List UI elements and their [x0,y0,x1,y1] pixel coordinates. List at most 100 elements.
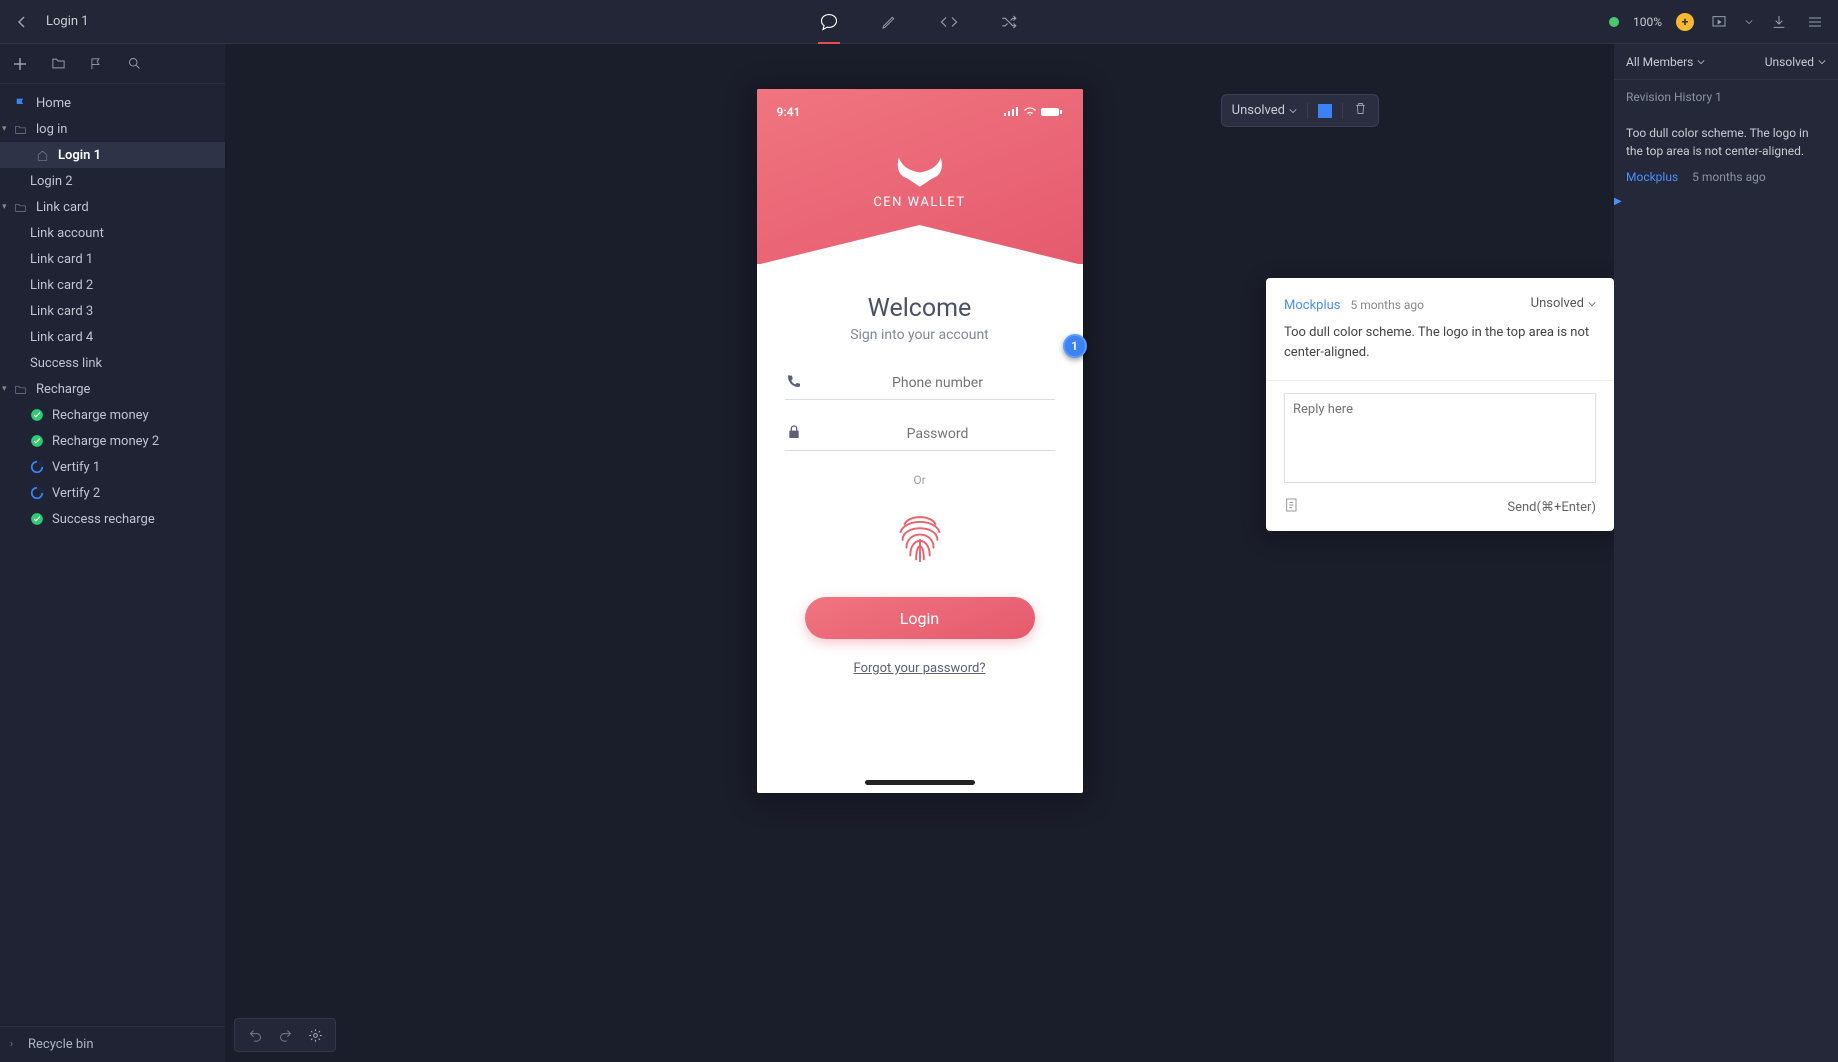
tree-label: Success recharge [52,512,155,527]
active-marker-icon: ▶ [1614,176,1618,226]
mockup-login-button: Login [805,597,1035,639]
tree-page[interactable]: Link card 4 [0,324,225,350]
tree-label: Link card [36,200,89,215]
progress-circle-icon [30,486,46,500]
divider [1307,103,1308,119]
tree-label: Link card 2 [30,278,93,293]
tree-page[interactable]: Recharge money 2 [0,428,225,454]
tree-label: Home [36,96,71,111]
tree-label: Recharge [36,382,90,397]
tab-shuffle[interactable] [998,2,1020,42]
history-controls [234,1018,336,1052]
tree-page-login1[interactable]: Login 1 [0,142,225,168]
tree-page[interactable]: Link card 3 [0,298,225,324]
tree-page[interactable]: Link account [0,220,225,246]
mockup-time: 9:41 [777,105,801,119]
divider [1342,103,1343,119]
home-indicator [865,780,975,785]
revision-heading: Revision History 1 [1614,80,1838,114]
caret-down-icon: ▾ [2,124,14,134]
search-icon[interactable] [124,54,144,74]
attach-icon[interactable] [1284,497,1300,517]
add-badge-icon[interactable]: + [1676,13,1694,31]
lock-icon [785,424,803,444]
zoom-level[interactable]: 100% [1633,15,1662,29]
check-circle-icon [30,512,46,526]
back-button[interactable] [12,12,32,32]
flag-icon[interactable] [86,54,106,74]
trash-icon[interactable] [1353,101,1368,120]
mockup-or: Or [785,473,1055,487]
mockup-logo: CEN WALLET [873,149,965,210]
progress-circle-icon [30,460,46,474]
chevron-down-icon[interactable] [1744,11,1754,33]
tree-page[interactable]: Success link [0,350,225,376]
tree-label: Vertify 2 [52,486,100,501]
mockup-subtitle: Sign into your account [785,327,1055,343]
tree-page[interactable]: Vertify 2 [0,480,225,506]
reply-input[interactable] [1284,393,1596,483]
menu-button[interactable] [1804,11,1826,33]
password-input [821,426,1055,442]
tree-page[interactable]: Vertify 1 [0,454,225,480]
color-swatch[interactable] [1318,104,1332,118]
top-bar: Login 1 100% + [0,0,1838,44]
recycle-label: Recycle bin [28,1037,94,1052]
status-filter[interactable]: Unsolved [1765,55,1826,69]
comment-author[interactable]: Mockplus [1284,298,1341,313]
caret-right-icon: › [10,1039,20,1050]
folder-icon[interactable] [48,54,68,74]
phone-input [821,375,1055,391]
tree-folder-linkcard[interactable]: ▾ Link card [0,194,225,220]
flag-icon [14,97,30,110]
comment-text: Too dull color scheme. The logo in the t… [1266,323,1614,380]
play-button[interactable] [1708,11,1730,33]
phone-mockup: 9:41 CEN WALLET Welcome Sign into your a… [757,89,1083,793]
tree-label: Recharge money 2 [52,434,159,449]
comment-popup: Mockplus 5 months ago Unsolved Too dull … [1266,278,1614,531]
canvas-area[interactable]: Unsolved 9:41 CEN WALLET [225,44,1614,1062]
members-filter[interactable]: All Members [1626,55,1705,69]
caret-down-icon: ▾ [2,202,14,212]
comment-time: 5 months ago [1350,298,1424,312]
mockup-password-input [785,424,1055,451]
tree-page[interactable]: Link card 1 [0,246,225,272]
fingerprint-icon [889,505,951,567]
comment-preview-author: Mockplus [1626,170,1678,184]
tree-page[interactable]: Link card 2 [0,272,225,298]
comment-preview-time: 5 months ago [1692,170,1766,184]
download-button[interactable] [1768,11,1790,33]
add-icon[interactable] [10,54,30,74]
comment-status-bar: Unsolved [1221,94,1379,127]
settings-icon[interactable] [303,1023,327,1047]
tree-folder-login[interactable]: ▾ log in [0,116,225,142]
check-circle-icon [30,408,46,422]
recycle-bin[interactable]: › Recycle bin [0,1026,225,1062]
mockup-forgot-link: Forgot your password? [785,661,1055,676]
mockup-header: 9:41 CEN WALLET [757,89,1083,264]
tree-folder-recharge[interactable]: ▾ Recharge [0,376,225,402]
tree-page[interactable]: Recharge money [0,402,225,428]
tree-page-login2[interactable]: Login 2 [0,168,225,194]
tree-label: Login 1 [58,148,101,163]
comment-status-dropdown[interactable]: Unsolved [1531,296,1596,311]
status-dropdown[interactable]: Unsolved [1232,103,1297,118]
undo-icon[interactable] [243,1023,267,1047]
check-circle-icon [30,434,46,448]
comment-list-item[interactable]: Too dull color scheme. The logo in the t… [1614,114,1838,194]
mockup-welcome: Welcome [785,294,1055,323]
tab-comment[interactable] [818,2,840,42]
tab-code[interactable] [938,2,960,42]
comment-pin[interactable]: 1 [1063,334,1087,358]
redo-icon[interactable] [273,1023,297,1047]
tree-label: Link card 3 [30,304,93,319]
tab-edit[interactable] [878,2,900,42]
home-outline-icon [36,149,52,162]
tree-page[interactable]: Success recharge [0,506,225,532]
comment-preview-text: Too dull color scheme. The logo in the t… [1626,124,1826,160]
mockup-phone-input [785,373,1055,400]
tree-home[interactable]: Home [0,90,225,116]
tree-label: Login 2 [30,174,73,189]
page-tree: Home ▾ log in Login 1 Login 2 ▾ Link car… [0,84,225,1026]
folder-icon [14,123,30,136]
